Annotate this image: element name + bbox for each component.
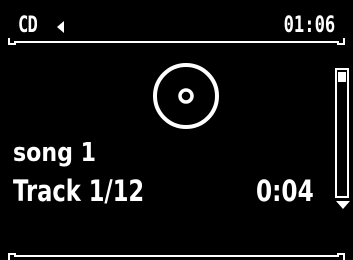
status-bar: CD 01:06 <box>8 6 345 46</box>
speaker-icon <box>57 21 64 33</box>
clock: 01:06 <box>283 13 335 38</box>
bottom-bar <box>8 253 345 260</box>
disc-icon <box>153 63 219 129</box>
scrollbar-thumb <box>338 72 346 82</box>
scrollbar-track <box>335 68 349 198</box>
song-title: song 1 <box>13 138 96 168</box>
elapsed-time: 0:04 <box>256 174 314 208</box>
scroll-down-arrow-icon <box>336 201 350 209</box>
track-label: Track 1/12 <box>13 174 145 208</box>
scrollbar[interactable] <box>334 68 353 214</box>
player-screen: CD 01:06 song 1 Track 1/12 0:04 <box>0 0 353 260</box>
source-label: CD <box>18 13 38 38</box>
